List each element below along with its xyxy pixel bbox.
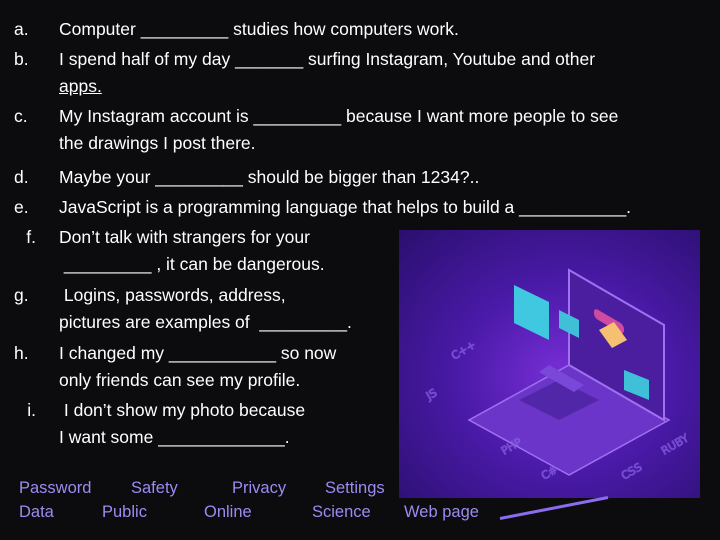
- word-science: Science: [312, 503, 371, 521]
- decorative-line: [499, 496, 609, 520]
- illustration-laptop-coding: C++ JS PHP C# CSS RUBY: [399, 230, 700, 498]
- word-safety: Safety: [131, 479, 178, 497]
- question-text: JavaScript is a programming language tha…: [59, 197, 632, 217]
- question-text: I spend half of my day _______ surfing I…: [59, 49, 596, 69]
- question-label: d.: [14, 167, 29, 187]
- question-label: c.: [14, 106, 28, 126]
- code-label: CSS: [619, 461, 644, 483]
- word-web-page: Web page: [404, 503, 479, 521]
- question-text: pictures are examples of _________.: [59, 312, 352, 332]
- question-text: Computer _________ studies how computers…: [59, 19, 459, 39]
- question-label: g.: [14, 285, 29, 305]
- code-label: RUBY: [659, 432, 691, 458]
- question-label: i.: [27, 400, 36, 420]
- question-text: apps.: [59, 76, 102, 96]
- word-data: Data: [19, 503, 54, 521]
- question-text: only friends can see my profile.: [59, 370, 301, 390]
- question-label: a.: [14, 19, 29, 39]
- word-privacy: Privacy: [232, 479, 287, 497]
- question-text: I changed my ___________ so now: [59, 343, 337, 363]
- code-label: JS: [423, 386, 439, 403]
- question-text: _________ , it can be dangerous.: [59, 254, 325, 274]
- question-text: I don’t show my photo because: [59, 400, 306, 420]
- question-label: f.: [26, 227, 36, 247]
- question-text: Maybe your _________ should be bigger th…: [59, 167, 480, 187]
- question-text: Logins, passwords, address,: [59, 285, 286, 305]
- question-label: h.: [14, 343, 29, 363]
- question-label: e.: [14, 197, 29, 217]
- question-text: My Instagram account is _________ becaus…: [59, 106, 619, 126]
- word-public: Public: [102, 503, 147, 521]
- code-label: C++: [449, 338, 478, 362]
- word-password: Password: [19, 479, 92, 497]
- question-text: I want some _____________.: [59, 427, 290, 447]
- question-text: Don’t talk with strangers for your: [59, 227, 310, 247]
- question-label: b.: [14, 49, 29, 69]
- word-settings: Settings: [325, 479, 385, 497]
- word-online: Online: [204, 503, 252, 521]
- question-text: the drawings I post there.: [59, 133, 256, 153]
